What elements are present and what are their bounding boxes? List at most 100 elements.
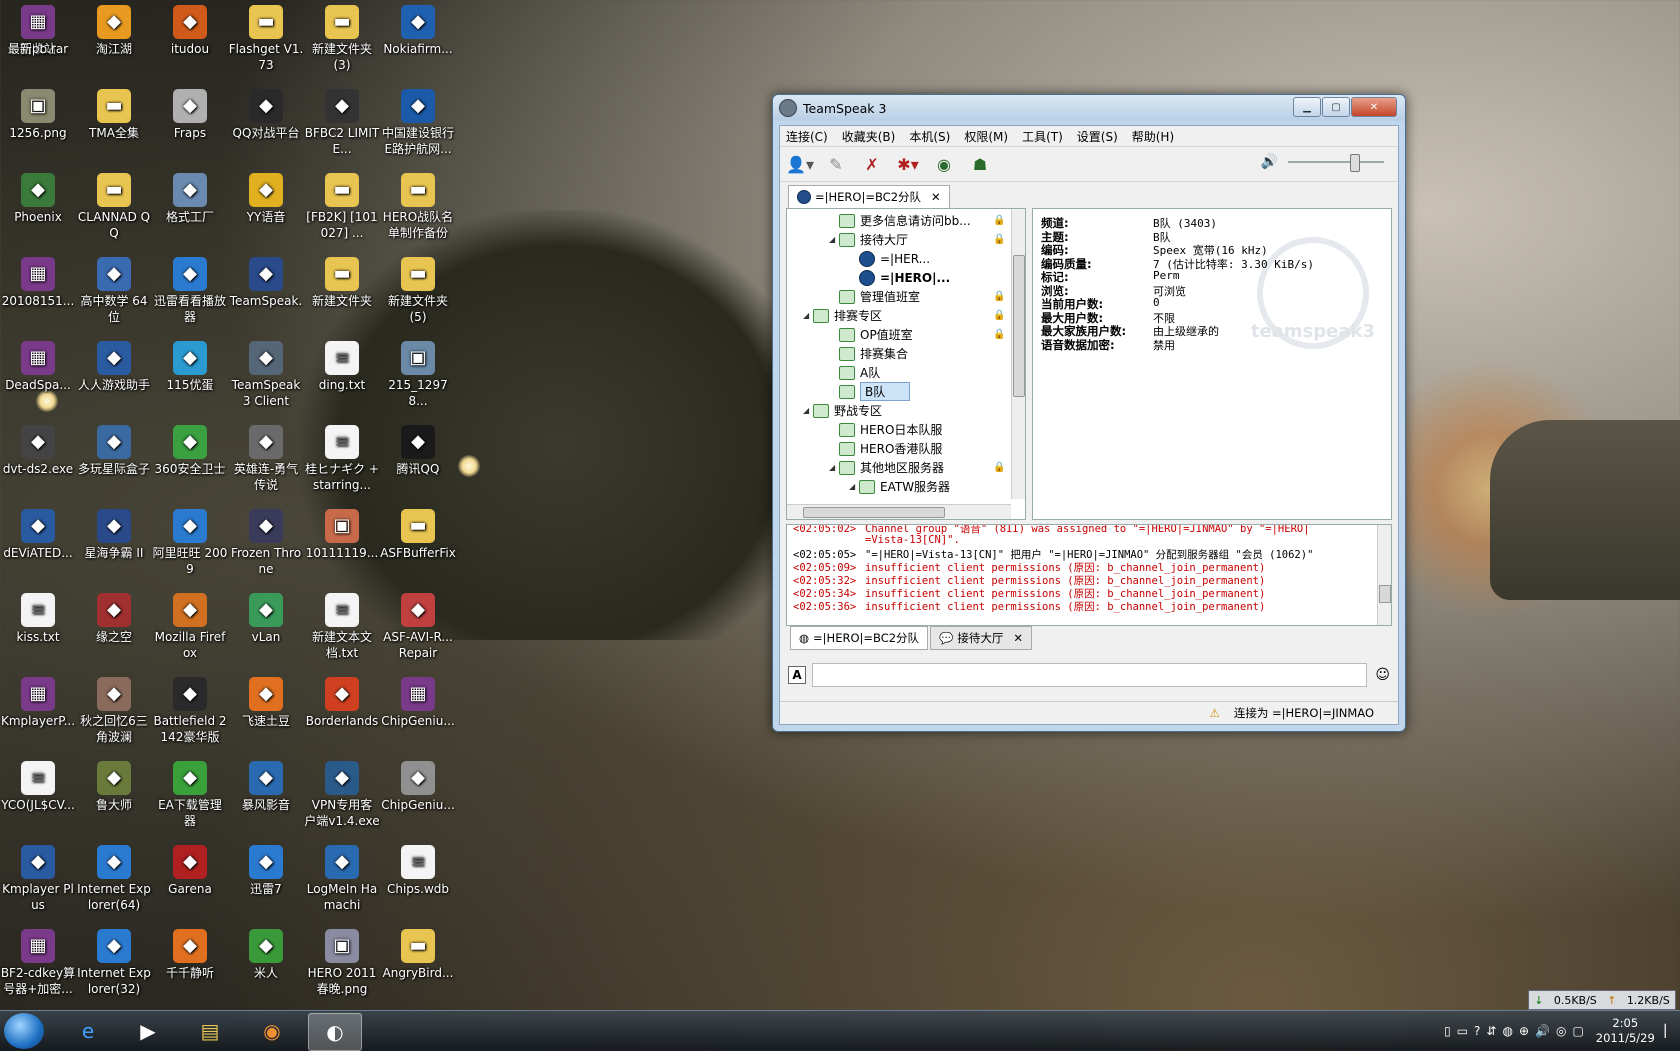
desktop-icon[interactable]: ▦ KmplayerP... (0, 672, 76, 729)
tree-hscroll-thumb[interactable] (803, 507, 945, 518)
tree-channel-row[interactable]: ◢ 排赛专区 🔒 (803, 306, 1005, 325)
desktop-icon[interactable]: ◆ TeamSpeak 3 Client (228, 336, 304, 409)
desktop-icon[interactable]: ≡ kiss.txt (0, 588, 76, 645)
desktop-icon[interactable]: ▬ TMA全集 (76, 84, 152, 141)
media-app-icon[interactable]: ◉ (246, 1013, 298, 1049)
desktop-icon[interactable]: ◆ 115优蛋 (152, 336, 228, 393)
desktop-icon[interactable]: ◆ 缘之空 (76, 588, 152, 645)
emoticon-icon[interactable]: ☺ (1375, 667, 1390, 683)
tree-scroll-thumb[interactable] (1013, 255, 1025, 397)
desktop-icon[interactable]: ◆ 英雄连-勇气 传说 (228, 420, 304, 493)
menu-connect[interactable]: 连接(C) (786, 128, 828, 145)
desktop-icon[interactable]: ◆ LogMeIn Hamachi (304, 840, 380, 913)
tree-channel-row[interactable]: HERO日本队服 (829, 420, 942, 439)
tree-channel-row[interactable]: ◢ EATW服务器 (849, 477, 950, 496)
volume-slider[interactable] (1288, 154, 1384, 172)
tree-hscrollbar[interactable] (787, 504, 1011, 519)
expand-arrow-icon[interactable]: ◢ (803, 406, 813, 415)
app-tray-icon[interactable]: ◎ (1556, 1024, 1566, 1038)
desktop-icon[interactable]: ▬ CLANNAD QQ (76, 168, 152, 241)
desktop-icon[interactable]: ▦ 最新pb.rar (0, 0, 76, 57)
server-tab[interactable]: =|HERO|=BC2分队 ✕ (788, 185, 950, 208)
security-tray-icon[interactable]: ⊕ (1519, 1024, 1529, 1038)
desktop-icon[interactable]: ▬ ASFBufferFix (380, 504, 456, 561)
desktop-icon[interactable]: ▦ BF2-cdkey算 号器+加密... (0, 924, 76, 997)
desktop-icon[interactable]: ◆ 人人游戏助手 (76, 336, 152, 393)
desktop-icon[interactable]: ◆ 360安全卫士 (152, 420, 228, 477)
desktop-icon[interactable]: ≡ 桂ヒナギク +starring... (304, 420, 380, 493)
desktop-icon[interactable]: ▣ 10111119... (304, 504, 380, 561)
chat-tab-server[interactable]: ◍ =|HERO|=BC2分队 (790, 626, 929, 650)
expand-arrow-icon[interactable]: ◢ (803, 311, 813, 320)
desktop-icon[interactable]: ◆ Garena (152, 840, 228, 897)
desktop-icon[interactable]: ◆ 淘江湖 (76, 0, 152, 57)
title-bar[interactable]: TeamSpeak 3 ▁ ▢ ✕ (773, 95, 1405, 121)
minimize-button[interactable]: ▁ (1293, 97, 1321, 117)
desktop-icon[interactable]: ▦ 20108151... (0, 252, 76, 309)
close-button[interactable]: ✕ (1351, 97, 1397, 117)
tree-channel-row[interactable]: 管理值班室 🔒 (829, 287, 1005, 306)
desktop-icon[interactable]: ◆ vLan (228, 588, 304, 645)
desktop-icon[interactable]: ◆ 千千静听 (152, 924, 228, 981)
desktop-icon[interactable]: ◆ dvt-ds2.exe (0, 420, 76, 477)
desktop-icon[interactable]: ▬ [FB2K] [101027] ... (304, 168, 380, 241)
teamspeak-tray-icon[interactable]: ◍ (1502, 1024, 1512, 1038)
desktop-icon[interactable]: ▬ 新建文件夹 (3) (304, 0, 380, 73)
desktop-icon[interactable]: ▣ HERO 2011 春晚.png (304, 924, 380, 997)
desktop-icon[interactable]: ◆ dEViATED... (0, 504, 76, 561)
tree-channel-row[interactable]: ◢ 接待大厅 🔒 (829, 230, 1005, 249)
desktop-icon[interactable]: ◆ Frozen Throne (228, 504, 304, 577)
desktop-icon[interactable]: ≡ YCO(JL$CV... (0, 756, 76, 813)
close-chat-tab-icon[interactable]: ✕ (1013, 631, 1023, 645)
desktop-icon[interactable]: ◆ 高中数学 64 位 (76, 252, 152, 325)
internet-explorer-icon[interactable]: e (62, 1013, 114, 1049)
desktop-icon[interactable]: ◆ 暴风影音 (228, 756, 304, 813)
desktop-icon[interactable]: ◆ 飞速土豆 (228, 672, 304, 729)
desktop-icon[interactable]: ◆ Mozilla Firefox (152, 588, 228, 661)
desktop-icon[interactable]: ◆ Kmplayer Plus (0, 840, 76, 913)
tree-user-row[interactable]: =|HERO|... (849, 268, 950, 287)
desktop-icon[interactable]: ◆ 腾讯QQ (380, 420, 456, 477)
mute-speakers-icon[interactable]: ✱▾ (894, 151, 922, 177)
explorer-folder-icon[interactable]: ▤ (184, 1013, 236, 1049)
desktop-icon[interactable]: ◆ 秋之回忆6三 角波澜 (76, 672, 152, 745)
desktop-icon[interactable]: ◆ Internet Explorer(64) (76, 840, 152, 913)
desktop-icon[interactable]: ◆ 迅雷7 (228, 840, 304, 897)
desktop-icon[interactable]: ◆ Fraps (152, 84, 228, 141)
speaker-tray-icon[interactable]: 🔊 (1535, 1024, 1550, 1038)
desktop-icon[interactable]: ▦ DeadSpa... (0, 336, 76, 393)
expand-arrow-icon[interactable]: ◢ (849, 482, 859, 491)
desktop-icon[interactable]: ▬ 新建文件夹 (5) (380, 252, 456, 325)
notification-tray-icon[interactable]: ▢ (1572, 1024, 1583, 1038)
desktop-icon[interactable]: ◆ itudou (152, 0, 228, 57)
volume-knob[interactable] (1350, 154, 1360, 172)
tree-channel-row[interactable]: A队 (829, 363, 880, 382)
channel-tree[interactable]: 更多信息请访问bb... 🔒 ◢ 接待大厅 🔒 =|HER... =|HERO|... 管理值… (786, 208, 1026, 520)
menu-settings[interactable]: 设置(S) (1077, 128, 1118, 145)
tree-channel-row[interactable]: 排赛集合 (829, 344, 908, 363)
connect-icon[interactable]: 👤▾ (786, 151, 814, 177)
close-tab-icon[interactable]: ✕ (931, 190, 941, 204)
desktop-icon[interactable]: ▬ AngryBird... (380, 924, 456, 981)
tree-channel-row[interactable]: HERO香港队服 (829, 439, 942, 458)
teamspeak-taskbar-icon[interactable]: ◐ (308, 1013, 362, 1051)
tree-channel-row[interactable]: B队 (829, 382, 911, 401)
desktop-icon[interactable]: ◆ 迅雷看看播放 器 (152, 252, 228, 325)
desktop-icon[interactable]: ◆ ASF-AVI-R... Repair (380, 588, 456, 661)
pdf-tray-icon[interactable]: ▯ (1444, 1024, 1451, 1038)
desktop-icon[interactable]: ◆ Battlefield 2142豪华版 (152, 672, 228, 745)
volume-control[interactable]: 🔊 (1261, 154, 1384, 172)
desktop-icon[interactable]: ◆ Nokiafirm... (380, 0, 456, 57)
menu-bookmarks[interactable]: 收藏夹(B) (842, 128, 896, 145)
desktop-icon[interactable]: ◆ 中国建设银行 E路护航网... (380, 84, 456, 157)
desktop-icon[interactable]: ≡ 新建文本文 档.txt (304, 588, 380, 661)
desktop-icon[interactable]: ◆ BFBC2 LIMITE... (304, 84, 380, 157)
desktop-icon[interactable]: ◆ 格式工厂 (152, 168, 228, 225)
desktop-icon[interactable]: ◆ TeamSpeak. (228, 252, 304, 309)
menu-self[interactable]: 本机(S) (909, 128, 950, 145)
desktop-icon[interactable]: ▦ ChipGeniu... (380, 672, 456, 729)
tree-user-row[interactable]: =|HER... (849, 249, 930, 268)
tree-channel-row[interactable]: ◢ 其他地区服务器 🔒 (829, 458, 1005, 477)
arrow-tray-icon[interactable]: ⇵ (1486, 1024, 1496, 1038)
menu-permissions[interactable]: 权限(M) (964, 128, 1008, 145)
